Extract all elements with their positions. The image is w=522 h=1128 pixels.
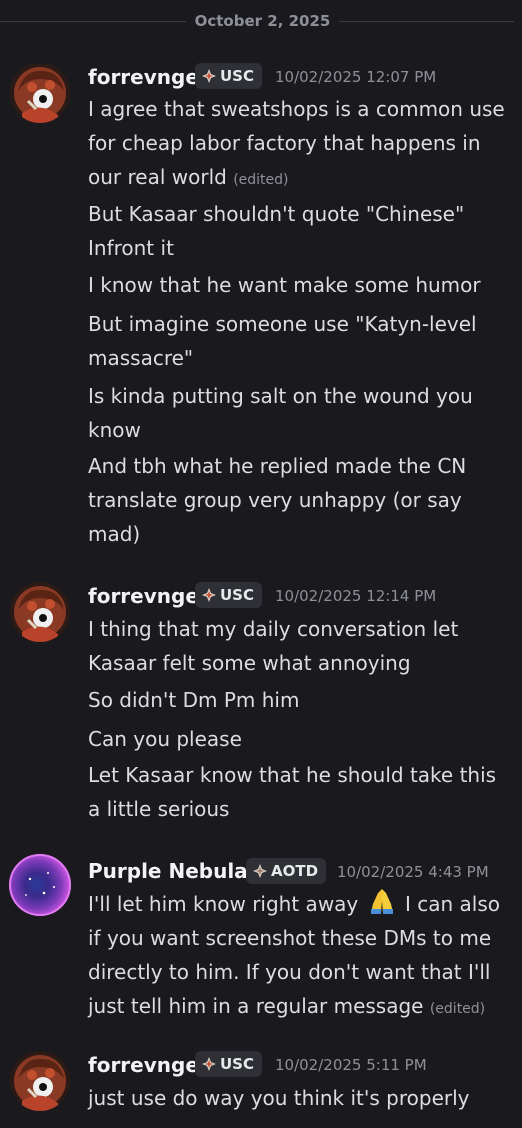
username[interactable]: forrevnge xyxy=(88,65,199,89)
message-line: And tbh what he replied made the CN tran… xyxy=(88,449,513,551)
server-tag[interactable]: USC xyxy=(195,63,262,89)
red-character-avatar-icon xyxy=(10,1051,70,1111)
red-character-avatar-icon xyxy=(10,582,70,642)
message-group: forrevnge USC 10/02/2025 12:07 PM I agre… xyxy=(0,63,522,553)
message-line: just use do way you think it's properly xyxy=(88,1081,513,1115)
server-tag-label: USC xyxy=(220,586,254,604)
server-tag-label: USC xyxy=(220,1055,254,1073)
timestamp[interactable]: 10/02/2025 4:43 PM xyxy=(337,863,489,881)
username[interactable]: forrevnge xyxy=(88,1053,199,1077)
server-tag-label: AOTD xyxy=(271,862,319,880)
date-divider: October 2, 2025 xyxy=(0,9,522,35)
avatar[interactable] xyxy=(8,853,72,917)
date-divider-label: October 2, 2025 xyxy=(194,12,331,30)
message-text: But Kasaar shouldn't quote "Chinese" Inf… xyxy=(88,202,465,260)
diamond-sparkle-icon xyxy=(202,69,216,83)
message-group: forrevnge USC 10/02/2025 12:14 PM I thin… xyxy=(0,582,522,832)
message-text: So didn't Dm Pm him xyxy=(88,688,300,712)
server-tag[interactable]: USC xyxy=(195,1051,262,1077)
message-group: forrevnge USC 10/02/2025 5:11 PM just us… xyxy=(0,1051,522,1128)
message-line: I agree that sweatshops is a common use … xyxy=(88,92,513,197)
purple-nebula-avatar-icon xyxy=(9,854,71,916)
divider-line-left xyxy=(0,21,186,22)
message-group: Purple Nebula AOTD 10/02/2025 4:43 PM I'… xyxy=(0,853,522,1023)
message-text: And tbh what he replied made the CN tran… xyxy=(88,454,467,546)
username[interactable]: Purple Nebula xyxy=(88,859,248,883)
avatar[interactable] xyxy=(10,582,70,642)
avatar[interactable] xyxy=(10,1051,70,1111)
red-character-avatar-icon xyxy=(10,63,70,123)
username[interactable]: forrevnge xyxy=(88,584,199,608)
diamond-sparkle-icon xyxy=(202,1057,216,1071)
message-line: But Kasaar shouldn't quote "Chinese" Inf… xyxy=(88,197,513,265)
message-line: Let Kasaar know that he should take this… xyxy=(88,758,513,826)
message-line: Can you please xyxy=(88,722,513,756)
timestamp[interactable]: 10/02/2025 12:14 PM xyxy=(275,587,436,605)
message-text: Can you please xyxy=(88,727,242,751)
edited-indicator: (edited) xyxy=(429,1001,486,1017)
message-line: Is kinda putting salt on the wound you k… xyxy=(88,379,513,447)
message-text: I agree that sweatshops is a common use … xyxy=(88,97,505,189)
avatar[interactable] xyxy=(10,63,70,123)
message-text: I know that he want make some humor xyxy=(88,273,481,297)
diamond-sparkle-icon xyxy=(202,588,216,602)
message-line: I thing that my daily conversation let K… xyxy=(88,612,513,680)
message-text: just use do way you think it's properly xyxy=(88,1086,470,1110)
message-text: But imagine someone use "Katyn-level mas… xyxy=(88,312,477,370)
message-line: I know that he want make some humor xyxy=(88,268,513,302)
message-line: I'll let him know right away I can also … xyxy=(88,887,513,1026)
timestamp[interactable]: 10/02/2025 12:07 PM xyxy=(275,68,436,86)
message-line: But imagine someone use "Katyn-level mas… xyxy=(88,307,513,375)
message-line: So didn't Dm Pm him xyxy=(88,683,513,717)
server-tag[interactable]: AOTD xyxy=(246,858,326,884)
edited-indicator: (edited) xyxy=(233,172,289,188)
server-tag[interactable]: USC xyxy=(195,582,262,608)
timestamp[interactable]: 10/02/2025 5:11 PM xyxy=(275,1056,427,1074)
server-tag-label: USC xyxy=(220,67,254,85)
message-text: I thing that my daily conversation let K… xyxy=(88,617,459,675)
divider-line-right xyxy=(339,21,514,22)
message-text: Is kinda putting salt on the wound you k… xyxy=(88,384,473,442)
message-text: Let Kasaar know that he should take this… xyxy=(88,763,497,821)
folded-hands-emoji-icon xyxy=(367,887,397,915)
message-text: I'll let him know right away xyxy=(88,892,359,916)
diamond-sparkle-icon xyxy=(253,864,267,878)
